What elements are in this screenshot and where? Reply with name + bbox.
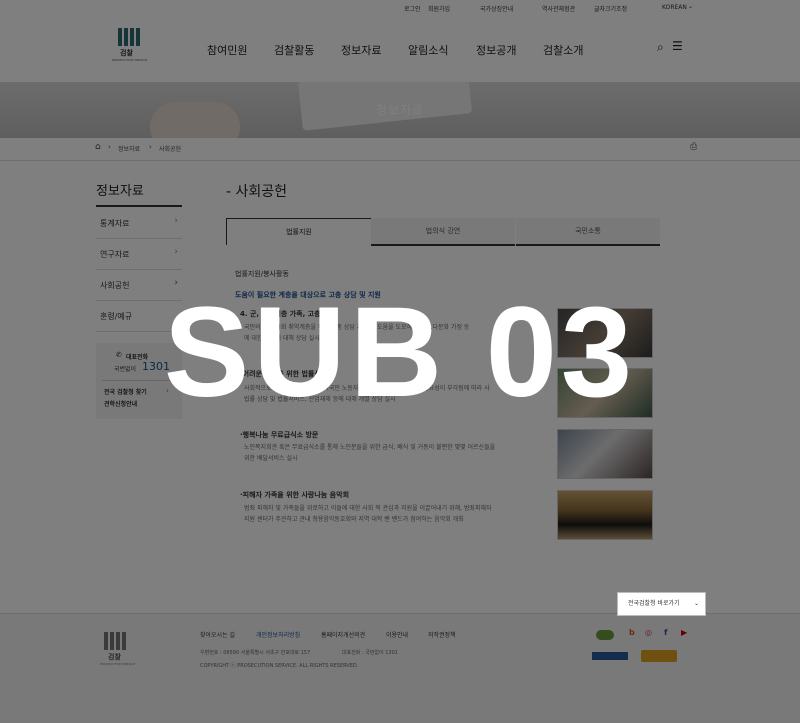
chevron-right-icon: › [149,143,152,151]
logo-sub: PROSECUTION SERVICE [112,58,148,62]
logo-mark-icon [104,632,126,650]
office-select-label: 전국검찰청 바로가기 [628,600,680,607]
photo-food-service [557,429,653,479]
sidebar-title: 정보자료 [96,184,144,199]
item-text: 범죄 피해자 및 가족들을 위로하고 이들에 대한 사회 적 관심과 지원을 이… [244,505,492,512]
footer-link-directions[interactable]: 찾아오시는 길 [200,630,235,639]
chevron-right-icon: › [108,143,111,151]
chevron-down-icon: ⌄ [688,3,694,10]
footer-link-copyright[interactable]: 저작권정책 [428,630,456,639]
sub-banner: 정보자료 [0,82,800,138]
language-select[interactable]: KOREAN [662,4,687,11]
overlay-label: SUB 03 [163,281,637,424]
footer-phone: 대표전화 : 국번없이 1301 [342,650,398,656]
photo-concert [557,490,653,540]
page-title: - 사회공헌 [226,184,288,200]
logo-mark-icon [118,28,140,46]
facebook-icon[interactable]: f [664,628,667,637]
item-text: 노인복지회관 혹은 무료급식소를 통해 노인분들을 위한 급식, 배식 및 거동… [244,444,496,451]
banner-title: 정보자료 [375,103,425,117]
award-badge-icon [596,630,614,640]
breadcrumb: ⌂ › 정보자료 › 사회공헌 ⎙ [0,138,800,161]
sidebar-item-label: 연구자료 [100,250,130,259]
footer-logo-name: 검찰 [108,653,121,661]
footer-link-feedback[interactable]: 홈페이지개선의견 [321,630,365,639]
item-text: 지원 센터가 주관하고 관내 청용음악동호회와 지역 대학 밴 밴드가 참여하는… [244,516,464,523]
home-icon[interactable]: ⌂ [95,142,101,152]
sidebar-item-label: 통계자료 [100,219,130,228]
section-title: 법률지원/봉사활동 [235,270,289,278]
tab-law-lecture[interactable]: 법의식 강연 [371,218,515,246]
footer-link-guide[interactable]: 이용안내 [386,630,408,639]
blog-icon[interactable]: b [629,628,635,637]
gov-guide-link[interactable]: 국가상징안내 [480,4,513,13]
item-heading: ·피해자 가족을 위한 사랑나눔 음악회 [240,491,350,499]
chevron-right-icon: › [174,247,178,257]
nav-item-info[interactable]: 정보자료 [341,42,381,58]
sidebar-divider [96,205,182,207]
footer-copyright: COPYRIGHT ⓒ PROSECUTION SERVICE. ALL RIG… [200,663,359,669]
nav-item-disclosure[interactable]: 정보공개 [476,42,516,58]
instagram-icon[interactable]: ◎ [645,628,652,637]
font-size-control[interactable]: 글자크기조정 [594,4,627,13]
footer-address: 우편번호 : 06590 서울특별시 서초구 반포대로 157 [200,650,311,656]
utility-bar: 로그인 회원가입 국가상징안내 역사관체험관 글자크기조정 KOREAN ⌄ [404,3,704,18]
footer-logo: 검찰 PROSECUTION SERVICE [100,632,140,672]
logo[interactable]: 검찰 PROSECUTION SERVICE [112,28,152,64]
footer-link-privacy[interactable]: 개인정보처리방침 [256,630,300,639]
chevron-right-icon: › [174,216,178,226]
nav-item-activity[interactable]: 검찰활동 [274,42,314,58]
item-text: 위한 배달서비스 실시 [244,455,298,462]
sidebar-item-stats[interactable]: 통계자료 › [96,208,182,239]
breadcrumb-item-info[interactable]: 정보자료 [118,144,140,153]
youtube-icon[interactable]: ▶ [681,628,687,637]
footer: 검찰 PROSECUTION SERVICE 찾아오시는 길 개인정보처리방침 … [0,613,800,723]
sidebar-item-research[interactable]: 연구자료 › [96,239,182,270]
tab-communication[interactable]: 국민소통 [516,218,660,246]
item-heading: ·행복나눔 무료급식소 방문 [240,431,319,439]
certification-badge-icon [592,652,628,660]
office-select[interactable]: 전국검찰청 바로가기 ⌄ [617,592,706,616]
chevron-down-icon: ⌄ [693,600,699,607]
menu-icon[interactable]: ☰ [672,39,683,53]
nav-item-about[interactable]: 검찰소개 [543,42,583,58]
logo-name: 검찰 [120,49,133,57]
join-link[interactable]: 회원가입 [428,4,450,13]
print-icon[interactable]: ⎙ [690,142,697,152]
login-link[interactable]: 로그인 [404,4,421,13]
breadcrumb-item-current[interactable]: 사회공헌 [159,144,181,153]
search-icon[interactable]: ⌕ [657,40,664,55]
nav-item-participation[interactable]: 참여민원 [207,42,247,58]
wa-certification-icon [641,650,677,662]
nav-item-news[interactable]: 알림소식 [408,42,448,58]
tab-legal-support[interactable]: 법률지원 [226,218,372,245]
footer-logo-sub: PROSECUTION SERVICE [100,662,136,666]
history-link[interactable]: 역사관체험관 [542,4,575,13]
